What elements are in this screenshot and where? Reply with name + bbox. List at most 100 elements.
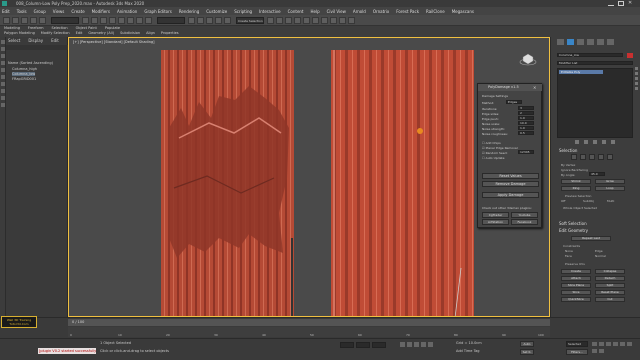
viewport-label[interactable]: [+] [Perspective] [Standard] [Default Sh… [73,40,155,44]
polygon-mode-icon[interactable] [598,154,604,160]
collapse-button[interactable]: Collapse [595,269,625,274]
edge-push-field[interactable]: 1.0 [518,116,534,120]
iterations-field[interactable]: 3 [518,106,534,110]
random-seed-checkbox[interactable]: ☑ Random Seed: [482,151,508,155]
menu-item-views[interactable]: Views [53,9,65,14]
bind-space-warp-icon[interactable] [39,16,46,24]
hierarchy-tab-icon[interactable] [577,39,584,45]
tab-select[interactable]: Select [8,37,20,45]
maxscript-listener[interactable]: [plugin V0.2 started successfully] [38,348,96,354]
ignore-backfacing-checkbox[interactable]: Ignore Backfacing [561,168,588,172]
unlink-icon[interactable] [30,16,37,24]
tab-display[interactable]: Display [28,37,43,45]
noise-roughness-field[interactable]: 0.5 [518,131,534,135]
noise-scale-field[interactable]: 10.0 [518,121,534,125]
constraint-normal-radio[interactable]: Normal [595,254,606,258]
element-mode-icon[interactable] [607,154,613,160]
make-unique-icon[interactable] [635,77,638,80]
spinner-snap-icon[interactable] [224,16,231,24]
menu-item-tools[interactable]: Tools [17,9,27,14]
menu-item-content[interactable]: Content [288,9,304,14]
object-color-swatch[interactable] [627,53,633,58]
scale-icon[interactable] [136,16,143,24]
zoom-extents-icon[interactable] [606,342,611,346]
menu-item-modifiers[interactable]: Modifiers [92,9,110,14]
apply-damage-button[interactable]: Apply Damage [482,192,539,198]
menu-item-arnold[interactable]: Arnold [353,9,366,14]
menu-item-forest-pack[interactable]: Forest Pack [396,9,419,14]
x-coordinate-field[interactable] [340,342,354,348]
youtube-link[interactable]: Youtube [511,212,538,218]
named-selection-set-dropdown[interactable]: Create Selection Se [236,16,264,24]
groups-filter-icon[interactable] [1,89,5,93]
zoom-icon[interactable] [592,342,597,346]
key-filter-dropdown[interactable]: Selected [566,341,588,347]
repeat-last-button[interactable]: Repeat Last [571,236,611,241]
geometry-filter-icon[interactable] [1,47,5,51]
go-to-end-icon[interactable] [428,342,433,347]
attach-button[interactable]: Attach [561,276,591,281]
lights-filter-icon[interactable] [1,61,5,65]
percent-snap-icon[interactable] [215,16,222,24]
split-checkbox[interactable]: Split [595,283,625,288]
schematic-view-icon[interactable] [312,16,319,24]
detach-button[interactable]: Detach [595,276,625,281]
snaps-icon[interactable] [197,16,204,24]
method-dropdown[interactable]: Edges [506,100,522,104]
slice-plane-button[interactable]: Slice Plane [561,283,591,288]
next-frame-icon[interactable] [421,342,426,347]
constraint-face-radio[interactable]: Face [565,254,572,258]
maximize-viewport-icon[interactable] [599,349,604,353]
pin-stack-icon[interactable] [635,67,638,70]
xrefs-filter-icon[interactable] [1,96,5,100]
unique-icon[interactable] [593,140,597,144]
reset-values-button[interactable]: Reset Values [482,173,539,179]
constraint-none-radio[interactable]: None [565,249,573,253]
preserve-uvs-checkbox[interactable]: Preserve UVs [565,262,585,266]
play-icon[interactable] [414,342,419,347]
key-filters-button[interactable]: Filters... [566,349,588,355]
utilities-tab-icon[interactable] [607,39,614,45]
link-icon[interactable] [21,16,28,24]
angle-field[interactable]: 45.0 [589,172,605,176]
modifier-list-dropdown[interactable]: Modifier List [557,61,633,65]
viewcube-icon[interactable] [519,52,537,66]
close-icon[interactable]: ✕ [628,1,634,6]
time-slider[interactable]: 0 / 100 [68,319,550,326]
menu-item-rendering[interactable]: Rendering [179,9,199,14]
set-key-button[interactable]: Set K. [520,349,534,355]
configure-modifier-sets-icon[interactable] [635,87,638,90]
border-mode-icon[interactable] [589,154,595,160]
window-crossing-icon[interactable] [109,16,116,24]
move-icon[interactable] [118,16,125,24]
show-result-icon[interactable] [584,140,588,144]
menu-item-ornatrix[interactable]: Ornatrix [373,9,389,14]
zoom-extents-all-icon[interactable] [613,342,618,346]
menu-item-customize[interactable]: Customize [206,9,227,14]
menu-item-railclone[interactable]: RailClone [426,9,445,14]
create-button[interactable]: Create [561,269,591,274]
modify-tab-icon[interactable] [567,39,574,45]
vertex-mode-icon[interactable] [571,154,577,160]
rotate-icon[interactable] [127,16,134,24]
pin-icon[interactable] [575,140,579,144]
soft-selection-rollout-header[interactable]: Soft Selection [559,221,587,226]
shrink-button[interactable]: Shrink [561,179,591,184]
preview-multi-radio[interactable]: Multi [607,199,614,203]
menu-item-graph-editors[interactable]: Graph Editors [144,9,171,14]
planar-edge-removal-checkbox[interactable]: ☑ Planar Edge Removal [482,146,518,150]
y-coordinate-field[interactable] [356,342,370,348]
material-editor-icon[interactable] [321,16,328,24]
list-item-selected[interactable]: Columna_low [12,72,36,76]
align-icon[interactable] [276,16,283,24]
remove-modifier-icon[interactable] [635,82,638,85]
tab-edit[interactable]: Edit [51,37,59,45]
ring-button[interactable]: Ring [561,186,591,191]
layer-icon[interactable] [285,16,292,24]
cgtrader-link[interactable]: CgTrader [482,212,509,218]
dialog-close-icon[interactable]: ✕ [533,85,539,90]
helpers-filter-icon[interactable] [1,75,5,79]
by-angle-checkbox[interactable]: By Angle: [561,173,575,177]
auto-key-button[interactable]: Auto [520,341,534,347]
grow-button[interactable]: Grow [595,179,625,184]
